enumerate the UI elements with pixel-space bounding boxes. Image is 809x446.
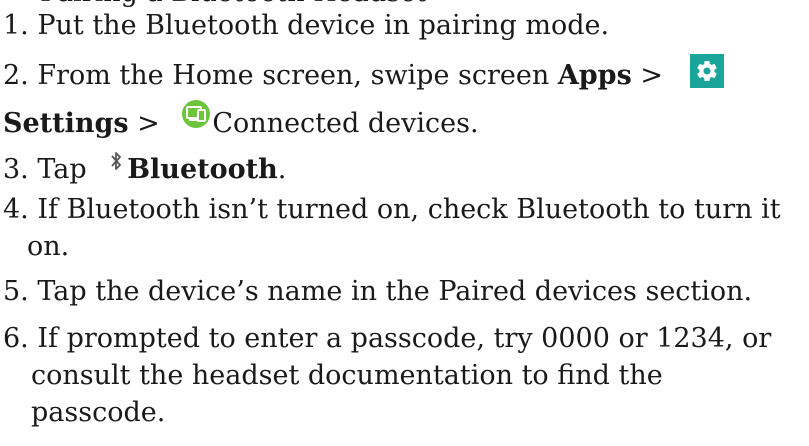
step-4-text-2: on. (27, 231, 70, 262)
step-1-text: 1. Put the Bluetooth device in pairing m… (3, 10, 610, 41)
connected-devices-label: Connected devices. (212, 108, 479, 139)
step-6-line-2: consult the headset documentation to fin… (31, 358, 663, 394)
bluetooth-icon (109, 146, 123, 170)
step-2-line-1: 2. From the Home screen, swipe screen Ap… (3, 54, 724, 94)
step-6-text-2: consult the headset documentation to fin… (31, 360, 663, 391)
step-3-suffix: . (277, 154, 287, 185)
instructions-document: Pairing a Bluetooth Headset 1. Put the B… (0, 0, 809, 446)
gear-icon (689, 54, 724, 88)
settings-label: Settings (3, 108, 129, 139)
step-3: 3. Tap Bluetooth. (3, 146, 286, 188)
step-1: 1. Put the Bluetooth device in pairing m… (3, 8, 609, 44)
step-6-text-3: passcode. (31, 397, 166, 428)
step-2-separator-2: > (128, 108, 169, 139)
step-4-text-1: 4. If Bluetooth isn’t turned on, check B… (3, 194, 781, 225)
step-6-line-3: passcode. (31, 395, 165, 431)
step-6-text-1: 6. If prompted to enter a passcode, try … (3, 323, 772, 354)
step-2-separator-1: > (631, 60, 672, 91)
step-2-line-2: Settings > Connected devices. (3, 100, 479, 142)
step-5: 5. Tap the device’s name in the Paired d… (3, 274, 752, 310)
step-4-line-2: on. (27, 229, 69, 265)
step-5-text: 5. Tap the device’s name in the Paired d… (3, 276, 753, 307)
step-4-line-1: 4. If Bluetooth isn’t turned on, check B… (3, 192, 781, 228)
connected-devices-icon (182, 100, 211, 128)
step-6-line-1: 6. If prompted to enter a passcode, try … (3, 321, 771, 357)
apps-label: Apps (557, 60, 632, 91)
step-2-prefix: 2. From the Home screen, swipe screen (3, 60, 558, 91)
clipped-heading: Pairing a Bluetooth Headset (40, 0, 427, 8)
step-3-prefix: 3. Tap (3, 154, 96, 185)
bluetooth-label: Bluetooth (127, 154, 278, 185)
